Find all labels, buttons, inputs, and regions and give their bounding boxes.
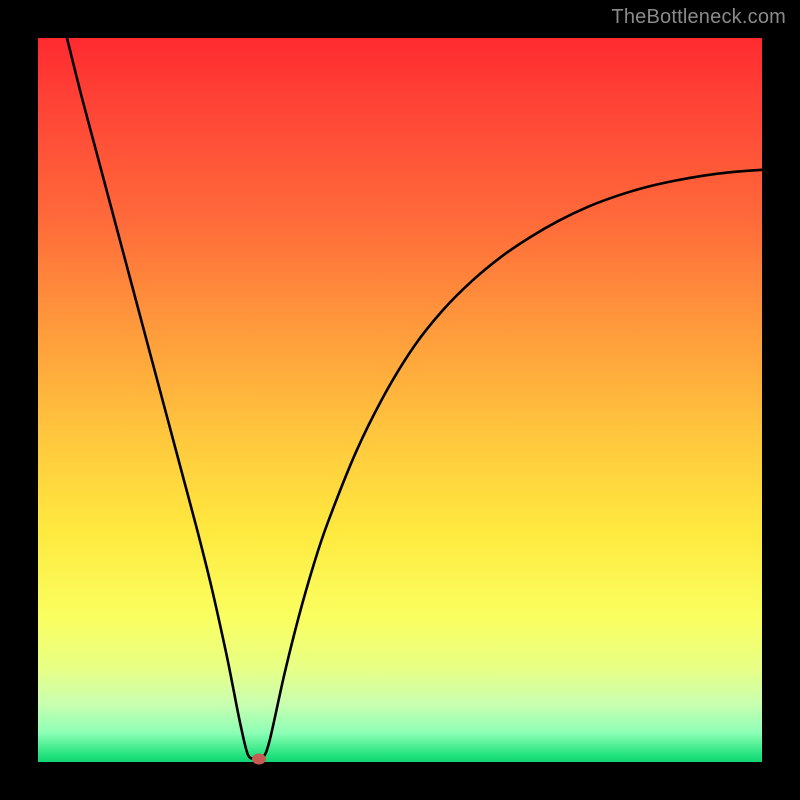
plot-area [38,38,762,762]
watermark-text: TheBottleneck.com [611,6,786,29]
optimal-point-marker [252,754,266,765]
bottleneck-curve [38,38,762,762]
chart-frame: TheBottleneck.com [0,0,800,800]
